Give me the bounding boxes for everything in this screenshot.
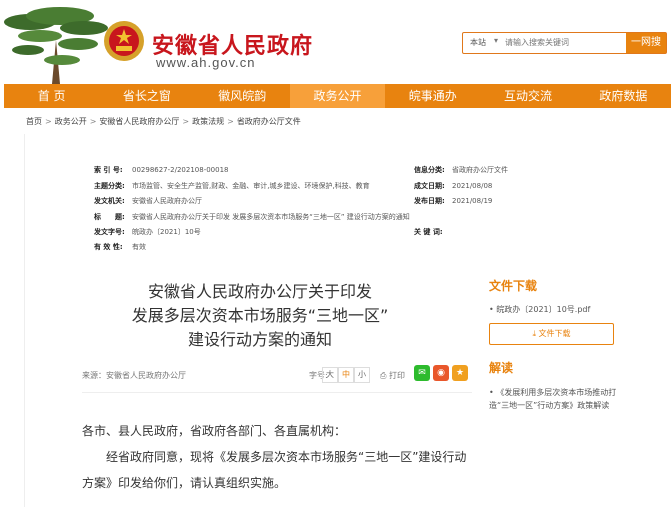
search-scope-select[interactable]: 本站 [470,37,486,48]
sidebar-panel: 文件下载 • 皖政办〔2021〕10号.pdf ⤓ 文件下载 解读 • 《发展利… [489,277,619,412]
article-salutation: 各市、县人民政府，省政府各部门、各直属机构： [82,424,347,438]
attachment-file-name: 皖政办〔2021〕10号.pdf [496,305,591,314]
article-divider [82,392,472,393]
interpretation-link[interactable]: • 《发展利用多层次资本市场推动打造“三地一区”行动方案》政策解读 [489,386,619,412]
meta-issue-date: 成文日期: 2021/08/08 [414,182,493,190]
breadcrumb-policy[interactable]: 政策法规 [192,117,224,126]
weibo-share-icon[interactable]: ◉ [433,365,449,381]
article-title-line: 建设行动方案的通知 [187,330,332,349]
download-button-label: 文件下载 [538,329,571,338]
attachment-link[interactable]: • 皖政办〔2021〕10号.pdf [489,304,619,315]
article-title-line: 安徽省人民政府办公厅关于印发 [147,282,372,301]
nav-item-home[interactable]: 首 页 [4,84,99,108]
breadcrumb-home[interactable]: 首页 [26,117,42,126]
file-download-heading: 文件下载 [489,279,538,293]
nav-item-culture[interactable]: 徽风皖韵 [195,84,290,108]
print-button[interactable]: ⎙ 打印 [380,370,405,381]
meta-doc-no: 发文字号: 皖政办〔2021〕10号 [94,228,201,236]
national-emblem-icon [104,21,144,61]
breadcrumb: 首页 > 政务公开 > 安徽省人民政府办公厅 > 政策法规 > 省政府办公厅文件 [26,116,301,127]
download-icon: ⤓ [532,329,536,338]
interpretation-heading: 解读 [489,361,514,375]
main-nav: 首 页 省长之窗 徽风皖韵 政务公开 皖事通办 互动交流 政府数据 [4,84,671,108]
site-header: 安徽省人民政府 www.ah.gov.cn 本站 ▾ 一网搜 [0,0,671,84]
breadcrumb-documents[interactable]: 省政府办公厅文件 [237,117,301,126]
search-box: 本站 ▾ 一网搜 [462,32,667,54]
meta-publish-date: 发布日期: 2021/08/19 [414,197,493,205]
interpretation-link-text: 《发展利用多层次资本市场推动打造“三地一区”行动方案》政策解读 [489,388,617,410]
nav-item-government-affairs[interactable]: 政务公开 [289,84,386,108]
nav-item-data[interactable]: 政府数据 [576,84,671,108]
nav-item-services[interactable]: 皖事通办 [385,84,480,108]
meta-keywords: 关 键 词: [414,228,443,236]
breadcrumb-general-office[interactable]: 安徽省人民政府办公厅 [99,117,179,126]
nav-item-governor[interactable]: 省长之窗 [99,84,194,108]
meta-title: 标 题: 安徽省人民政府办公厅关于印发 发展多层次资本市场服务“三地一区” 建设行… [94,213,410,221]
breadcrumb-separator: > [227,117,234,126]
meta-topic: 主题分类: 市场监管、安全生产监管,财政、金融、审计,城乡建设、环境保护,科技、教… [94,182,370,190]
wechat-share-icon[interactable]: ✉ [414,365,430,381]
breadcrumb-government-affairs[interactable]: 政务公开 [55,117,87,126]
article-title: 安徽省人民政府办公厅关于印发 发展多层次资本市场服务“三地一区” 建设行动方案的… [100,280,420,352]
favorite-star-icon[interactable]: ★ [452,365,468,381]
breadcrumb-separator: > [45,117,52,126]
meta-info-category: 信息分类: 省政府办公厅文件 [414,166,508,174]
article-body: 各市、县人民政府，省政府各部门、各直属机构： 经省政府同意，现将《发展多层次资本… [82,418,472,496]
article-paragraph: 经省政府同意，现将《发展多层次资本市场服务“三地一区”建设行动方案》印发给你们，… [82,450,467,490]
article-source: 来源：安徽省人民政府办公厅 [82,371,186,380]
font-size-small-button[interactable]: 小 [354,367,370,383]
article-toolbar: 来源：安徽省人民政府办公厅 字号: 大 中 小 ⎙ 打印 ✉ ◉ ★ [82,364,472,386]
printer-icon: ⎙ [380,371,387,380]
meta-index-no: 索 引 号: 00298627-2/202108-00018 [94,166,229,174]
search-input[interactable] [505,36,625,49]
download-button[interactable]: ⤓ 文件下载 [489,323,614,345]
article-title-line: 发展多层次资本市场服务“三地一区” [131,306,389,325]
font-size-large-button[interactable]: 大 [322,367,338,383]
font-size-medium-button[interactable]: 中 [338,367,354,383]
meta-issuer: 发文机关: 安徽省人民政府办公厅 [94,197,202,205]
search-button[interactable]: 一网搜 [626,33,666,53]
pine-tree-logo-icon [4,7,108,84]
nav-item-interaction[interactable]: 互动交流 [480,84,575,108]
meta-validity: 有 效 性: 有效 [94,243,146,251]
chevron-down-icon[interactable]: ▾ [494,36,498,45]
site-url: www.ah.gov.cn [156,55,256,70]
print-label: 打印 [388,371,405,380]
breadcrumb-separator: > [182,117,190,126]
breadcrumb-separator: > [89,117,97,126]
